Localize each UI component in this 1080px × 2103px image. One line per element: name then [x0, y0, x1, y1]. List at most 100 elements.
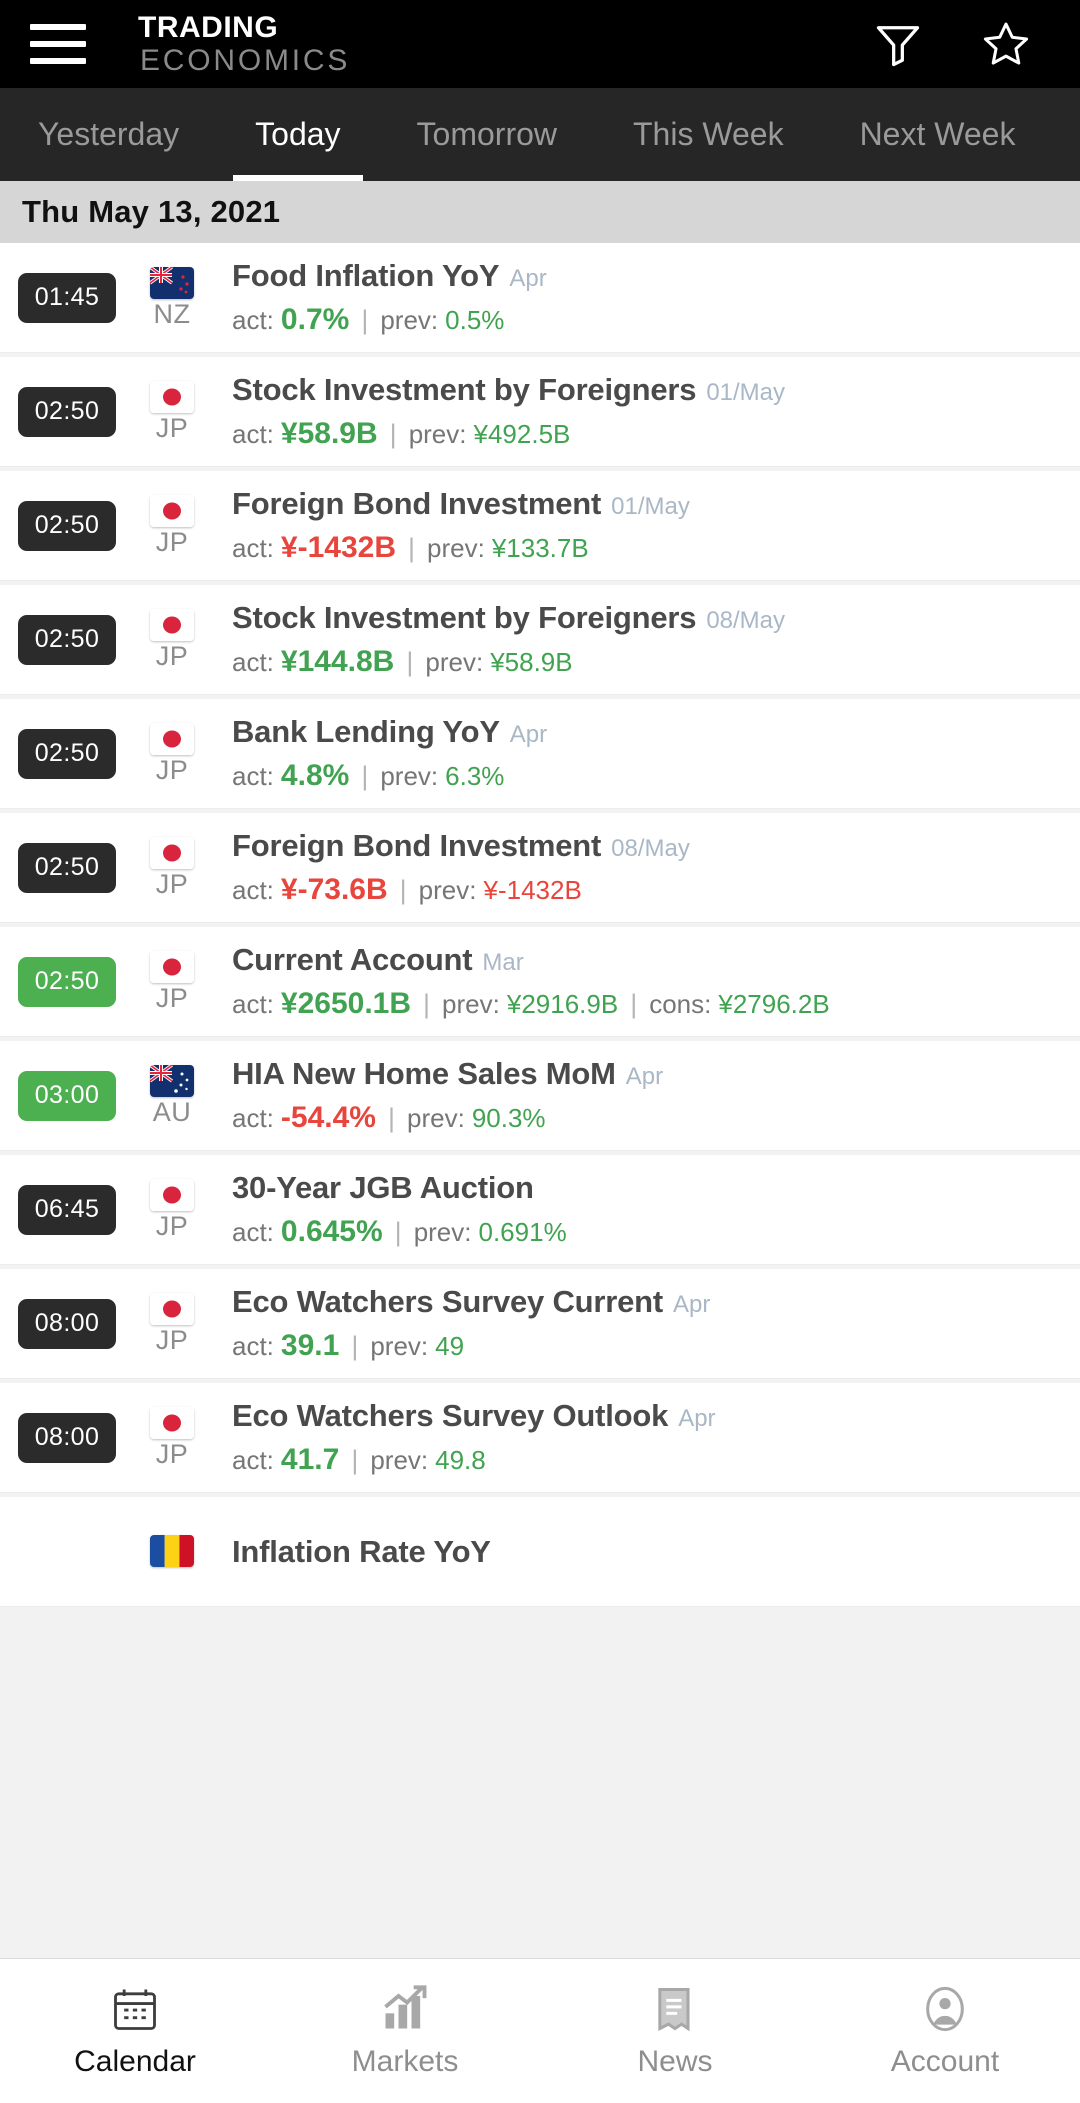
tab-label: Next Week [859, 116, 1016, 152]
country-code-label: JP [155, 869, 189, 899]
event-title-line: Inflation Rate YoY [232, 1534, 1080, 1570]
nav-label: Account [890, 2045, 1000, 2078]
australia-flag [150, 1065, 194, 1097]
star-icon[interactable] [980, 18, 1032, 70]
event-details: Eco Watchers Survey Current Apr act: 39.1 | p… [220, 1284, 1080, 1363]
event-title-line: Stock Investment by Foreigners 01/May [232, 372, 1080, 408]
event-time-badge: 02:50 [18, 956, 116, 1007]
event-time-badge: 02:50 [18, 842, 116, 893]
event-values-line: act: 0.7% | prev: 0.5% [232, 303, 1080, 337]
previous-label: prev: [425, 647, 484, 677]
app-root: TRADING ECONOMICS Yesterday Today Tomorr [0, 0, 1080, 2103]
previous-value: ¥58.9B [490, 647, 573, 677]
nav-item-news[interactable]: News [540, 1983, 810, 2079]
event-period: 08/May [706, 607, 786, 634]
actual-value: 39.1 [280, 1329, 340, 1362]
calendar-event-row[interactable]: 03:00 AU HIA New Home Sales MoM Apr act: -54.… [0, 1041, 1080, 1151]
brand-line-trading: TRADING [138, 10, 279, 44]
event-values-line: act: 4.8% | prev: 6.3% [232, 759, 1080, 793]
previous-label: prev: [418, 875, 477, 905]
calendar-event-row[interactable]: 02:50 JP Foreign Bond Investment 08/May act:… [0, 813, 1080, 923]
event-title-line: HIA New Home Sales MoM Apr [232, 1056, 1080, 1092]
event-time-badge: 08:00 [18, 1298, 116, 1349]
event-details: Inflation Rate YoY [220, 1534, 1080, 1570]
event-name: Stock Investment by Foreigners [232, 600, 697, 635]
value-separator: | [387, 1103, 395, 1133]
tab-next-week[interactable]: Next Week [822, 88, 1054, 181]
event-details: HIA New Home Sales MoM Apr act: -54.4% | prev… [220, 1056, 1080, 1135]
country-code-label: JP [155, 413, 189, 443]
calendar-event-row[interactable]: 02:50 JP Foreign Bond Investment 01/May act:… [0, 471, 1080, 581]
event-values-line: act: 0.645% | prev: 0.691% [232, 1215, 1080, 1249]
tab-this-week[interactable]: This Week [595, 88, 822, 181]
calendar-event-row[interactable]: Inflation Rate YoY [0, 1497, 1080, 1607]
calendar-event-row[interactable]: 01:45 NZ Food Inflation YoY Apr act: 0.7% | pre… [0, 243, 1080, 353]
event-name: Bank Lending YoY [232, 714, 500, 749]
previous-label: prev: [413, 1217, 472, 1247]
period-tabs: Yesterday Today Tomorrow This Week Next … [0, 88, 1080, 181]
event-name: 30-Year JGB Auction [232, 1170, 534, 1205]
tab-tomorrow[interactable]: Tomorrow [379, 88, 595, 181]
country-cell: JP [124, 1293, 220, 1354]
event-title-line: Foreign Bond Investment 01/May [232, 486, 1080, 522]
country-code-label: JP [155, 1211, 189, 1241]
previous-label: prev: [370, 1445, 429, 1475]
top-bar-actions [872, 18, 1032, 70]
previous-value: ¥2916.9B [506, 989, 619, 1019]
calendar-event-list[interactable]: 01:45 NZ Food Inflation YoY Apr act: 0.7% | pre… [0, 243, 1080, 1958]
nav-item-account[interactable]: Account [810, 1983, 1080, 2079]
previous-label: prev: [427, 533, 485, 563]
event-details: Stock Investment by Foreigners 08/May act:… [220, 600, 1080, 679]
value-separator: | [351, 1331, 359, 1361]
filter-funnel-icon[interactable] [872, 18, 924, 70]
actual-label: act: [232, 305, 274, 335]
calendar-event-row[interactable]: 08:00 JP Eco Watchers Survey Current Apr act… [0, 1269, 1080, 1379]
hamburger-line [30, 41, 86, 47]
event-details: Foreign Bond Investment 08/May act: ¥-73.6B… [220, 828, 1080, 907]
event-details: Stock Investment by Foreigners 01/May act:… [220, 372, 1080, 451]
calendar-event-row[interactable]: 02:50 JP Stock Investment by Foreigners 08/… [0, 585, 1080, 695]
event-name: Foreign Bond Investment [232, 486, 602, 521]
japan-flag [150, 1407, 194, 1439]
previous-value: ¥-1432B [483, 875, 582, 905]
event-period: Apr [625, 1063, 664, 1090]
user-circle-icon [919, 1983, 971, 2035]
calendar-event-row[interactable]: 02:50 JP Bank Lending YoY Apr act: 4.8% | prev:… [0, 699, 1080, 809]
previous-label: prev: [442, 989, 500, 1019]
hamburger-menu-icon[interactable] [30, 24, 86, 64]
tab-label: This Week [633, 116, 784, 152]
actual-value: -54.4% [280, 1101, 376, 1134]
nav-label: Calendar [74, 2045, 196, 2078]
event-name: Eco Watchers Survey Current [232, 1284, 664, 1319]
event-name: HIA New Home Sales MoM [232, 1056, 616, 1091]
event-period: Apr [509, 721, 548, 748]
nav-item-calendar[interactable]: Calendar [0, 1983, 270, 2079]
brand-line-economics: ECONOMICS [140, 43, 351, 77]
value-separator: | [361, 305, 369, 335]
romania-flag [150, 1534, 194, 1567]
previous-value: 0.691% [478, 1217, 567, 1247]
tab-today[interactable]: Today [217, 88, 378, 181]
country-code-label: JP [155, 1325, 189, 1355]
value-separator: | [394, 1217, 402, 1247]
calendar-event-row[interactable]: 02:50 JP Stock Investment by Foreigners 01/… [0, 357, 1080, 467]
date-section-header: Thu May 13, 2021 [0, 181, 1080, 243]
event-period: Apr [673, 1291, 711, 1318]
previous-label: prev: [370, 1331, 429, 1361]
nav-label: Markets [351, 2045, 459, 2078]
value-separator: | [630, 989, 638, 1019]
event-values-line: act: 41.7 | prev: 49.8 [232, 1443, 1080, 1477]
event-title-line: Eco Watchers Survey Outlook Apr [232, 1398, 1080, 1434]
japan-flag [150, 609, 194, 641]
calendar-event-row[interactable]: 06:45 JP 30-Year JGB Auction act: 0.645% | pre… [0, 1155, 1080, 1265]
tab-label: Tomorrow [416, 116, 557, 152]
calendar-event-row[interactable]: 02:50 JP Current Account Mar act: ¥2650.1B | pr… [0, 927, 1080, 1037]
actual-label: act: [232, 1217, 274, 1247]
previous-label: prev: [380, 305, 439, 335]
japan-flag [150, 381, 194, 413]
previous-value: 49 [435, 1331, 465, 1361]
nav-item-markets[interactable]: Markets [270, 1983, 540, 2079]
calendar-event-row[interactable]: 08:00 JP Eco Watchers Survey Outlook Apr act… [0, 1383, 1080, 1493]
event-name: Eco Watchers Survey Outlook [232, 1398, 669, 1433]
tab-yesterday[interactable]: Yesterday [0, 88, 217, 181]
